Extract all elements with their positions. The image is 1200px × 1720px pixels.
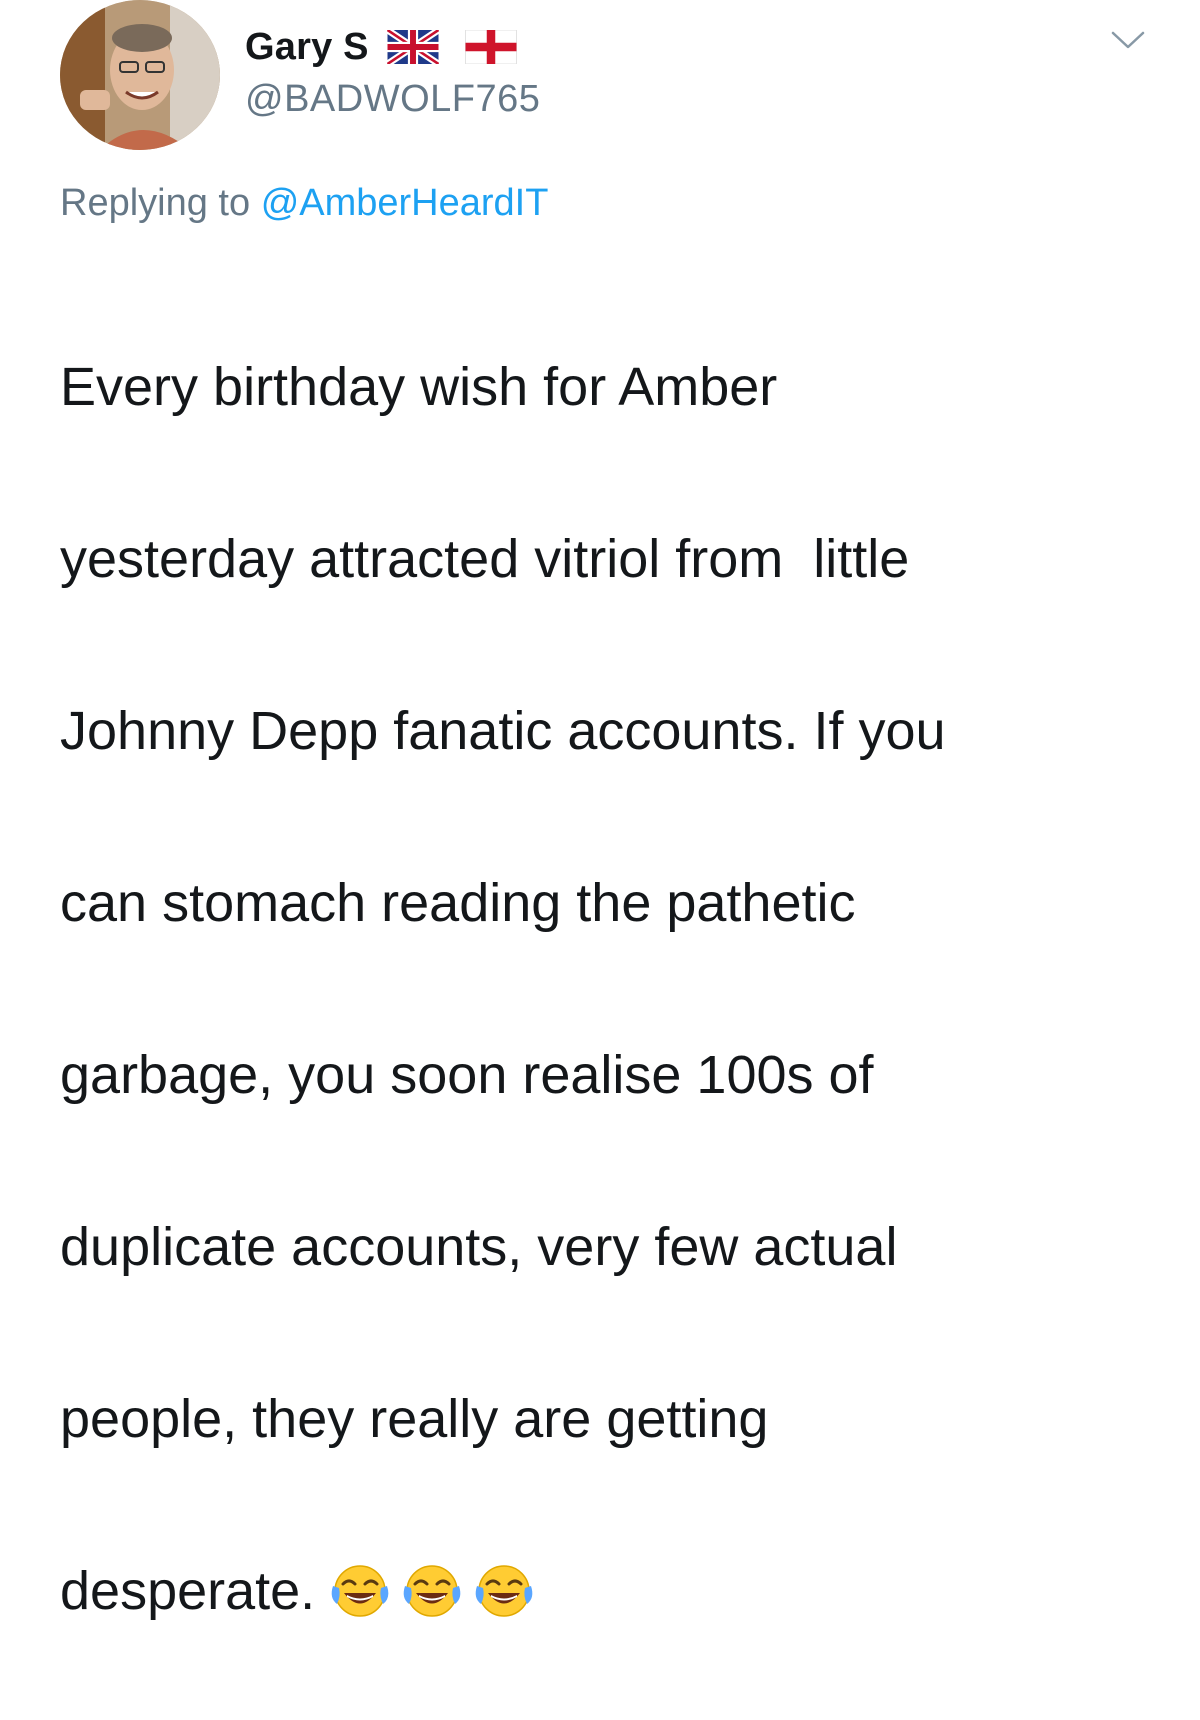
tweet-body: Every birthday wish for Amber yesterday … bbox=[60, 258, 1180, 1720]
tweet-body-line: yesterday attracted vitriol from little bbox=[60, 529, 910, 589]
tears-of-joy-emoji-icon bbox=[473, 1562, 535, 1620]
author-name-row: Gary S bbox=[245, 22, 517, 72]
emoji-row bbox=[329, 1562, 545, 1620]
tweet-body-line: duplicate accounts, very few actual bbox=[60, 1217, 898, 1277]
reply-mention-link[interactable]: @AmberHeardIT bbox=[261, 182, 549, 224]
avatar[interactable] bbox=[60, 0, 220, 150]
replying-to: Replying to @AmberHeardIT bbox=[60, 182, 548, 225]
tweet-body-last-line: desperate. bbox=[60, 1548, 1180, 1634]
tweet: Gary S @BADWOLF765 Replying to @AmberHea… bbox=[0, 0, 1200, 1621]
tweet-body-line: desperate. bbox=[60, 1561, 316, 1621]
tears-of-joy-emoji-icon bbox=[329, 1562, 391, 1620]
tweet-body-line: garbage, you soon realise 100s of bbox=[60, 1045, 874, 1105]
replying-to-label: Replying to bbox=[60, 182, 251, 224]
display-name[interactable]: Gary S bbox=[245, 26, 369, 69]
tweet-body-line: Johnny Depp fanatic accounts. If you bbox=[60, 701, 946, 761]
uk-flag-icon bbox=[386, 30, 439, 64]
tears-of-joy-emoji-icon bbox=[401, 1562, 463, 1620]
chevron-down-icon[interactable] bbox=[1110, 28, 1146, 52]
tweet-body-line: Every birthday wish for Amber bbox=[60, 357, 778, 417]
tweet-body-line: can stomach reading the pathetic bbox=[60, 873, 856, 933]
england-flag-icon bbox=[464, 30, 517, 64]
author-handle[interactable]: @BADWOLF765 bbox=[245, 78, 540, 121]
tweet-body-line: people, they really are getting bbox=[60, 1389, 769, 1449]
